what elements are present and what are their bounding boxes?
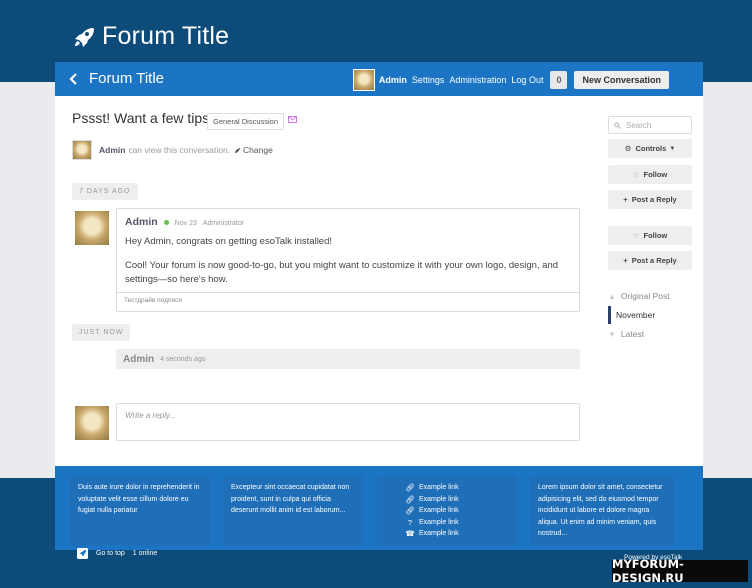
post-reply-button[interactable]: + Post a Reply <box>608 190 692 209</box>
footer: Duis aute irure dolor in reprehenderit i… <box>55 466 703 561</box>
time-separator: 7 DAYS AGO <box>72 183 138 200</box>
arrow-down-icon: ▼ <box>608 329 616 339</box>
change-label: Change <box>243 145 273 155</box>
watermark: MYFORUM-DESIGN.RU <box>612 557 748 585</box>
timeline-label: November <box>616 310 656 320</box>
footer-column: Lorem ipsum dolor sit amet, consectetur … <box>530 476 674 546</box>
administration-link[interactable]: Administration <box>449 75 506 85</box>
new-conversation-button[interactable]: New Conversation <box>574 71 669 89</box>
chevron-left-icon <box>69 72 77 85</box>
post-date[interactable]: Nov 23 <box>175 220 197 227</box>
post-reply-label: Post a Reply <box>631 195 677 204</box>
follow-label: Follow <box>643 170 668 179</box>
arrow-up-icon: ▲ <box>608 291 616 301</box>
post-reply-button-secondary[interactable]: + Post a Reply <box>608 251 692 270</box>
follow-button-secondary[interactable]: ☆ Follow <box>608 226 692 245</box>
back-link[interactable]: Forum Title <box>69 70 164 87</box>
timeline-label: Original Post <box>620 291 670 301</box>
search-input[interactable]: Search <box>608 116 692 134</box>
permission-avatar <box>72 140 92 160</box>
user-menu: Admin Settings Administration Log Out 0 … <box>352 69 669 91</box>
footer-link-label: Example link <box>419 530 459 537</box>
post-header: Admin Nov 23 Administrator <box>125 216 244 228</box>
link-icon: 🔗︎ <box>405 506 415 515</box>
footer-link-label: Example link <box>419 484 459 491</box>
mail-icon[interactable] <box>288 116 297 123</box>
timeline-label: Latest <box>620 329 645 339</box>
settings-link[interactable]: Settings <box>412 75 445 85</box>
timeline-november[interactable]: November <box>616 310 655 320</box>
online-indicator <box>163 220 169 225</box>
user-avatar[interactable] <box>352 69 375 91</box>
rocket-icon <box>75 27 94 47</box>
gear-icon: ⚙ <box>624 144 632 153</box>
logout-link[interactable]: Log Out <box>511 75 543 85</box>
footer-link[interactable]: ? Example link <box>405 517 511 529</box>
post-body-line: Hey Admin, congrats on getting esoTalk i… <box>125 236 333 247</box>
online-count[interactable]: 1 online <box>133 550 158 557</box>
permission-text: can view this conversation. <box>128 145 231 155</box>
back-title: Forum Title <box>89 70 165 87</box>
footer-link-label: Example link <box>419 507 459 514</box>
permission-user[interactable]: Admin <box>99 145 125 155</box>
user-name-link[interactable]: Admin <box>379 75 407 85</box>
controls-button[interactable]: ⚙ Controls ▼ <box>608 139 692 158</box>
reply-preview: Admin 4 seconds ago <box>116 349 580 369</box>
footer-link-label: Example link <box>419 495 459 503</box>
follow-label: Follow <box>643 231 668 240</box>
main-frame: Forum Title Admin Settings Administratio… <box>55 62 703 561</box>
footer-links: 🔗︎ Example link 🔗︎ Example link 🔗︎ Example … <box>377 476 517 546</box>
footer-link[interactable]: 🔗︎ Example link <box>405 505 511 517</box>
reply-input[interactable]: Write a reply... <box>116 403 580 441</box>
time-separator: JUST NOW <box>72 324 131 341</box>
post-avatar[interactable] <box>74 210 110 246</box>
conversation-title: Pssst! Want a few tips? <box>72 110 217 126</box>
channel-tag[interactable]: General Discussion <box>207 113 285 130</box>
site-title: Forum Title <box>102 22 230 50</box>
pencil-icon <box>234 147 241 153</box>
rocket-icon <box>77 548 88 559</box>
footer-bottom: Go to top 1 online <box>77 548 157 559</box>
link-icon: 🔗︎ <box>405 494 415 504</box>
footer-link-label: Example link <box>419 518 459 526</box>
permission-line: Admin can view this conversation. Change <box>72 140 273 160</box>
controls-label: Controls <box>635 144 667 153</box>
question-icon: ? <box>407 517 413 527</box>
change-permission-link[interactable]: Change <box>234 145 273 155</box>
post: Admin Nov 23 Administrator Hey Admin, co… <box>116 208 580 312</box>
go-to-top-link[interactable]: Go to top <box>96 550 125 557</box>
timeline-latest[interactable]: ▼ Latest <box>608 329 644 339</box>
footer-link[interactable]: ☎ Example link <box>405 528 511 540</box>
footer-link[interactable]: 🔗︎ Example link <box>405 482 511 494</box>
search-icon <box>614 121 621 129</box>
compose-avatar <box>74 405 110 441</box>
post-body-paragraph: Cool! Your forum is now good-to-go, but … <box>125 260 559 285</box>
site-logo[interactable]: Forum Title <box>72 22 229 51</box>
footer-column: Excepteur sint occaecat cupidatat non pr… <box>223 476 363 546</box>
reply-time: 4 seconds ago <box>160 355 206 363</box>
search-placeholder: Search <box>626 120 652 130</box>
reply-author: Admin <box>123 353 155 365</box>
post-reply-label: Post a Reply <box>631 256 677 265</box>
plus-icon: + <box>623 195 628 204</box>
post-author[interactable]: Admin <box>125 216 158 228</box>
post-signature: Тестдрайв подписи <box>117 292 579 308</box>
footer-link[interactable]: 🔗︎ Example link <box>405 494 511 506</box>
caret-down-icon: ▼ <box>669 145 676 152</box>
footer-column: Duis aute irure dolor in reprehenderit i… <box>70 476 210 546</box>
header-bar: Forum Title Admin Settings Administratio… <box>55 62 703 96</box>
notification-count[interactable]: 0 <box>550 71 568 89</box>
star-icon: ☆ <box>632 170 640 179</box>
star-icon: ☆ <box>632 231 640 240</box>
post-role: Administrator <box>202 220 245 227</box>
follow-button[interactable]: ☆ Follow <box>608 165 692 184</box>
link-icon: 🔗︎ <box>405 483 415 492</box>
timeline-original-post[interactable]: ▲ Original Post <box>608 291 670 301</box>
phone-icon: ☎ <box>405 529 415 538</box>
plus-icon: + <box>623 256 628 265</box>
timeline-active-marker <box>608 306 611 324</box>
